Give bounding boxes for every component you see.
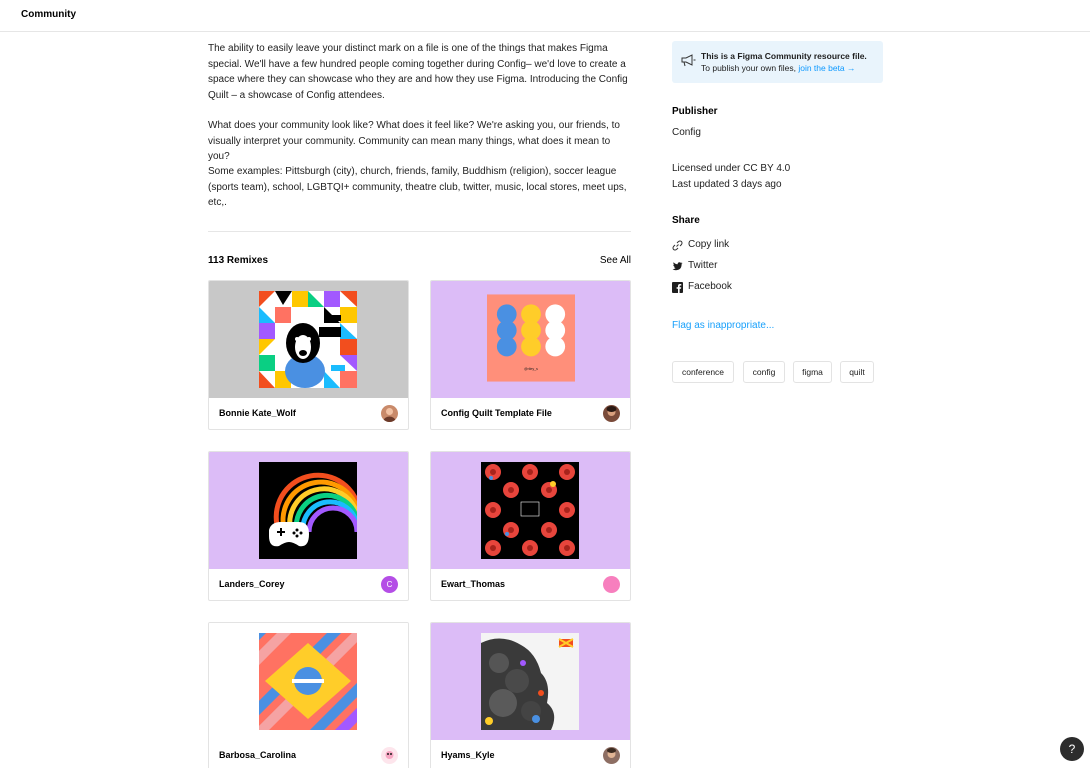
remix-card[interactable]: Hyams_Kyle — [430, 622, 631, 768]
copy-link-label: Copy link — [688, 239, 730, 250]
facebook-label: Facebook — [688, 281, 732, 292]
twitter-label: Twitter — [688, 260, 718, 271]
author-avatar[interactable]: C — [381, 576, 398, 593]
tree-photo-art — [481, 633, 579, 730]
notice-title: This is a Figma Community resource file. — [701, 51, 867, 61]
top-bar: Community — [0, 0, 1090, 32]
remix-title: Landers_Corey — [219, 579, 285, 589]
facebook-icon — [672, 282, 683, 293]
remix-title: Ewart_Thomas — [441, 579, 506, 589]
remix-thumbnail — [209, 452, 408, 569]
remix-thumbnail — [209, 281, 408, 398]
remix-thumbnail — [209, 623, 408, 740]
tag-list: conference config figma quilt — [672, 361, 892, 383]
publisher-name[interactable]: Config — [672, 127, 701, 138]
remix-title: Bonnie Kate_Wolf — [219, 408, 296, 418]
remix-count: 113 Remixes — [208, 255, 269, 266]
dog-quilt-art — [259, 291, 357, 388]
community-notice: This is a Figma Community resource file.… — [672, 41, 883, 83]
description-paragraph-1: The ability to easily leave your distinc… — [208, 43, 628, 101]
remix-thumbnail — [431, 452, 630, 569]
author-avatar[interactable] — [381, 405, 398, 422]
circles-quilt-art: @riley_s — [487, 294, 575, 382]
notice-text: To publish your own files, join the beta… — [701, 63, 856, 73]
author-avatar[interactable] — [603, 405, 620, 422]
link-icon — [672, 240, 683, 251]
notice-text-body: To publish your own files, — [701, 63, 796, 73]
flag-inappropriate-link[interactable]: Flag as inappropriate... — [672, 320, 774, 331]
page-title[interactable]: Community — [21, 9, 76, 20]
share-heading: Share — [672, 215, 700, 226]
tag-config[interactable]: config — [743, 361, 785, 383]
description-paragraph-2: What does your community look like? What… — [208, 120, 620, 162]
remix-card[interactable]: @riley_s Config Quilt Template File — [430, 280, 631, 430]
remix-title: Hyams_Kyle — [441, 750, 495, 760]
divider — [208, 231, 631, 232]
copy-link-button[interactable]: Copy link — [672, 239, 772, 253]
tag-conference[interactable]: conference — [672, 361, 734, 383]
tag-quilt[interactable]: quilt — [840, 361, 874, 383]
author-avatar[interactable] — [381, 747, 398, 764]
flag-stripes-art — [259, 633, 357, 730]
twitter-icon — [672, 262, 683, 271]
rainbow-controller-art — [259, 462, 357, 559]
license-text: Licensed under CC BY 4.0 — [672, 163, 791, 174]
megaphone-icon — [681, 54, 696, 67]
remix-card[interactable]: Ewart_Thomas — [430, 451, 631, 601]
facebook-share-button[interactable]: Facebook — [672, 281, 772, 295]
remix-thumbnail — [431, 623, 630, 740]
see-all-link[interactable]: See All — [600, 255, 631, 266]
tag-figma[interactable]: figma — [793, 361, 832, 383]
publisher-heading: Publisher — [672, 106, 718, 117]
remixes-header: 113 Remixes See All — [208, 255, 631, 269]
remix-card[interactable]: Bonnie Kate_Wolf — [208, 280, 409, 430]
remix-title: Barbosa_Carolina — [219, 750, 297, 760]
remix-title: Config Quilt Template File — [441, 408, 552, 418]
flower-pattern-art — [481, 462, 579, 559]
twitter-share-button[interactable]: Twitter — [672, 260, 772, 274]
remix-thumbnail: @riley_s — [431, 281, 630, 398]
author-avatar[interactable] — [603, 747, 620, 764]
remix-card[interactable]: Barbosa_Carolina — [208, 622, 409, 768]
description-paragraph-3: Some examples: Pittsburgh (city), church… — [208, 166, 627, 208]
author-avatar[interactable] — [603, 576, 620, 593]
remix-card[interactable]: Landers_Corey C — [208, 451, 409, 601]
last-updated: Last updated 3 days ago — [672, 179, 782, 190]
help-button[interactable]: ? — [1060, 737, 1084, 761]
art-credit: @riley_s — [524, 367, 538, 371]
join-beta-link[interactable]: join the beta → — [798, 63, 855, 73]
